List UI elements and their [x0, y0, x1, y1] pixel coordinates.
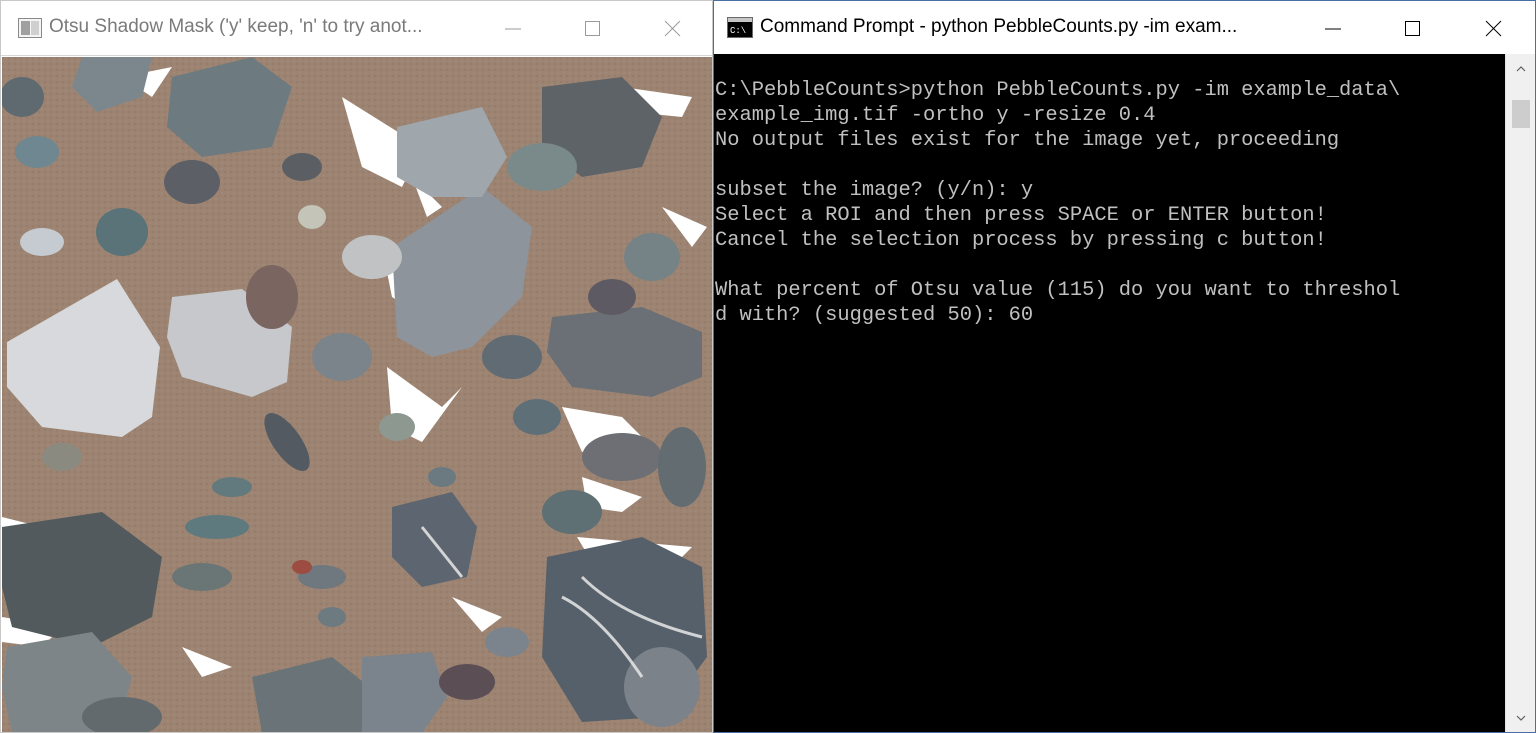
scroll-down-icon: [1516, 715, 1526, 721]
close-icon: [664, 20, 681, 37]
pebble-image[interactable]: [2, 57, 712, 732]
console-input-line[interactable]: d with? (suggested 50): 60: [715, 303, 1506, 328]
close-button[interactable]: [633, 1, 712, 56]
close-icon: [1485, 20, 1502, 37]
maximize-button[interactable]: [553, 1, 633, 56]
console-output[interactable]: C:\PebbleCounts>python PebbleCounts.py -…: [715, 54, 1506, 732]
minimize-button[interactable]: [473, 1, 553, 56]
console-line: What percent of Otsu value (115) do you …: [715, 279, 1401, 302]
pebble-image-canvas: [2, 57, 712, 732]
minimize-icon: [505, 28, 521, 30]
console-scrollbar[interactable]: [1505, 54, 1535, 732]
scroll-down-button[interactable]: [1506, 703, 1535, 732]
minimize-icon: [1325, 28, 1341, 30]
cmd-icon: C:\: [727, 17, 753, 38]
console-line: subset the image? (y/n): y: [715, 179, 1034, 202]
scroll-up-button[interactable]: [1506, 54, 1535, 84]
maximize-icon: [1405, 21, 1420, 36]
right-window-title: Command Prompt - python PebbleCounts.py …: [760, 16, 1238, 37]
left-title-bar[interactable]: Otsu Shadow Mask ('y' keep, 'n' to try a…: [1, 1, 712, 56]
minimize-button[interactable]: [1293, 1, 1373, 56]
console-line: example_img.tif -ortho y -resize 0.4: [715, 104, 1156, 127]
otsu-shadow-mask-window[interactable]: Otsu Shadow Mask ('y' keep, 'n' to try a…: [0, 0, 713, 733]
maximize-button[interactable]: [1373, 1, 1453, 56]
maximize-icon: [585, 21, 600, 36]
console-line: Cancel the selection process by pressing…: [715, 229, 1327, 252]
close-button[interactable]: [1454, 1, 1534, 56]
left-window-title: Otsu Shadow Mask ('y' keep, 'n' to try a…: [49, 16, 423, 37]
console-line: Select a ROI and then press SPACE or ENT…: [715, 204, 1327, 227]
command-prompt-window[interactable]: C:\ Command Prompt - python PebbleCounts…: [713, 0, 1536, 733]
image-window-icon: [18, 18, 42, 38]
console-line: C:\PebbleCounts>python PebbleCounts.py -…: [715, 79, 1401, 102]
scroll-up-icon: [1516, 66, 1526, 72]
scrollbar-thumb[interactable]: [1512, 100, 1530, 128]
svg-text:C:\: C:\: [730, 26, 746, 36]
console-line: No output files exist for the image yet,…: [715, 129, 1340, 152]
right-title-bar[interactable]: C:\ Command Prompt - python PebbleCounts…: [714, 1, 1535, 54]
